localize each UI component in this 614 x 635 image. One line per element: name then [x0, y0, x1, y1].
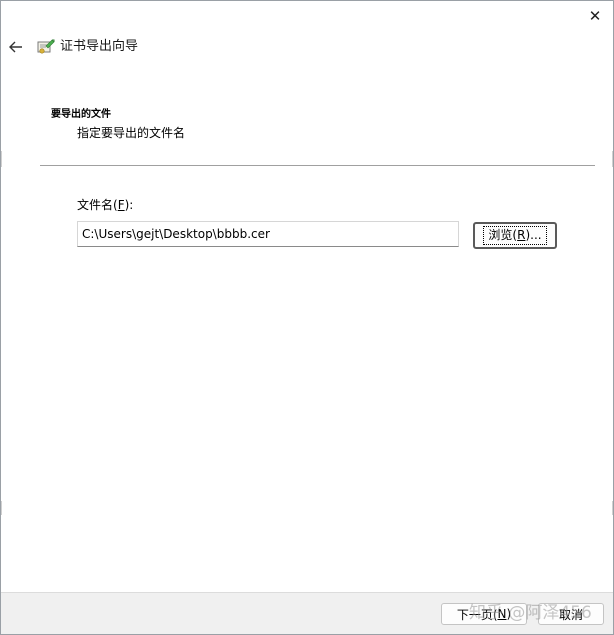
- side-divider-mark: [1, 151, 2, 167]
- side-divider-mark: [612, 151, 613, 167]
- wizard-footer: 下一页(N) 取消: [1, 592, 613, 634]
- next-button[interactable]: 下一页(N): [441, 603, 527, 625]
- side-divider-mark: [612, 501, 613, 515]
- certificate-wizard-icon: [37, 39, 55, 54]
- section-heading: 要导出的文件: [51, 109, 111, 120]
- close-icon: ✕: [588, 7, 602, 25]
- side-divider-mark: [1, 501, 2, 515]
- certificate-export-wizard-window: ✕ 证书导出向导 要导出的文件 指定要导出的文件名 文件名(F): 浏览(R).…: [0, 0, 614, 635]
- close-button[interactable]: ✕: [581, 3, 609, 29]
- file-name-input[interactable]: [77, 221, 459, 247]
- cancel-button[interactable]: 取消: [538, 603, 604, 625]
- back-arrow-icon: [9, 41, 22, 53]
- header-divider: [40, 165, 595, 166]
- section-subheading: 指定要导出的文件名: [77, 126, 186, 140]
- wizard-title: 证书导出向导: [60, 39, 139, 54]
- file-name-label: 文件名(F):: [77, 198, 134, 212]
- back-button[interactable]: [5, 35, 27, 59]
- browse-button[interactable]: 浏览(R)...: [473, 222, 557, 249]
